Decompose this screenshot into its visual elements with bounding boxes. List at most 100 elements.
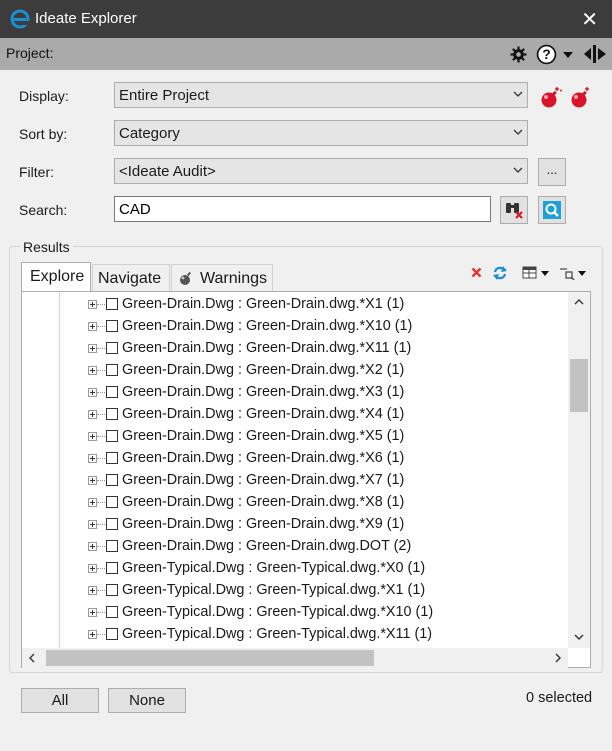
tree-connector: [97, 524, 105, 525]
horizontal-scroll-thumb[interactable]: [46, 650, 374, 666]
horizontal-scrollbar[interactable]: [22, 648, 568, 668]
expand-icon[interactable]: [88, 410, 97, 419]
tree-guide-line: [59, 291, 61, 648]
tree-row-label: Green-Drain.Dwg : Green-Drain.dwg.*X2 (1…: [122, 362, 405, 378]
help-icon[interactable]: ?: [536, 44, 557, 65]
expand-icon[interactable]: [88, 322, 97, 331]
ideate-logo-icon: [10, 9, 30, 29]
dropdown-icon[interactable]: [563, 52, 573, 58]
expand-icon[interactable]: [88, 344, 97, 353]
expand-icon[interactable]: [88, 454, 97, 463]
vertical-scrollbar[interactable]: [568, 292, 590, 648]
bomb-clear-icon[interactable]: [568, 86, 592, 110]
expand-icon[interactable]: [88, 388, 97, 397]
expand-icon[interactable]: [88, 432, 97, 441]
row-checkbox[interactable]: [106, 364, 118, 376]
scroll-up-icon[interactable]: [574, 298, 584, 306]
row-checkbox[interactable]: [106, 496, 118, 508]
tab-navigate-label: Navigate: [98, 270, 162, 287]
close-button[interactable]: ✕: [581, 7, 598, 32]
results-group-label: Results: [20, 239, 73, 255]
expand-icon[interactable]: [88, 586, 97, 595]
tree-connector: [97, 304, 105, 305]
row-checkbox[interactable]: [106, 474, 118, 486]
row-checkbox[interactable]: [106, 562, 118, 574]
row-checkbox[interactable]: [106, 518, 118, 530]
window-title: Ideate Explorer: [35, 10, 137, 27]
clear-results-icon[interactable]: [471, 267, 482, 278]
chevron-down-icon: [513, 129, 523, 135]
expand-icon[interactable]: [88, 542, 97, 551]
tree-connector: [97, 590, 105, 591]
tree-connector: [97, 612, 105, 613]
tree-connector: [97, 348, 105, 349]
tree-row-label: Green-Drain.Dwg : Green-Drain.dwg.*X10 (…: [122, 318, 413, 334]
expand-icon[interactable]: [88, 608, 97, 617]
display-value: Entire Project: [119, 87, 210, 104]
project-bar: Project: ?: [0, 38, 612, 70]
vertical-scroll-thumb[interactable]: [570, 359, 588, 412]
row-checkbox[interactable]: [106, 320, 118, 332]
search-label: Search:: [19, 202, 68, 218]
tree-connector: [97, 392, 105, 393]
row-checkbox[interactable]: [106, 452, 118, 464]
expand-icon[interactable]: [88, 630, 97, 639]
select-none-button[interactable]: None: [108, 688, 186, 713]
expand-icon[interactable]: [88, 564, 97, 573]
row-checkbox[interactable]: [106, 408, 118, 420]
search-input[interactable]: [114, 196, 491, 222]
tab-explore-label: Explore: [30, 268, 85, 285]
select-all-button[interactable]: All: [21, 688, 99, 713]
display-dropdown[interactable]: Entire Project: [114, 82, 528, 108]
tree-row-label: Green-Drain.Dwg : Green-Drain.dwg.*X1 (1…: [122, 296, 405, 312]
refresh-icon[interactable]: [492, 265, 508, 281]
svg-text:?: ?: [542, 47, 550, 62]
tree-row-label: Green-Drain.Dwg : Green-Drain.dwg.*X9 (1…: [122, 516, 405, 532]
tree-connector: [97, 634, 105, 635]
tab-explore[interactable]: Explore: [21, 262, 91, 291]
tree-connector: [97, 436, 105, 437]
row-checkbox[interactable]: [106, 606, 118, 618]
expand-icon[interactable]: [88, 366, 97, 375]
row-checkbox[interactable]: [106, 386, 118, 398]
expand-icon[interactable]: [88, 520, 97, 529]
expand-icon[interactable]: [88, 498, 97, 507]
pin-panel-icon[interactable]: [584, 44, 606, 64]
scroll-right-icon[interactable]: [554, 653, 562, 663]
bomb-icon[interactable]: [538, 86, 562, 110]
find-clear-button[interactable]: [500, 196, 528, 224]
row-checkbox[interactable]: [106, 342, 118, 354]
row-checkbox[interactable]: [106, 540, 118, 552]
sort-by-value: Category: [119, 125, 180, 142]
gear-icon[interactable]: [510, 46, 527, 63]
filter-browse-button[interactable]: ...: [538, 158, 566, 186]
tree-row-label: Green-Typical.Dwg : Green-Typical.dwg.*X…: [122, 582, 426, 598]
scroll-left-icon[interactable]: [28, 653, 36, 663]
tree-row-label: Green-Drain.Dwg : Green-Drain.dwg.*X8 (1…: [122, 494, 405, 510]
tree-row-label: Green-Drain.Dwg : Green-Drain.dwg.*X4 (1…: [122, 406, 405, 422]
binoculars-icon: [506, 203, 523, 219]
quick-search-button[interactable]: [538, 196, 566, 224]
tree-row-label: Green-Drain.Dwg : Green-Drain.dwg.*X7 (1…: [122, 472, 405, 488]
scroll-down-icon[interactable]: [574, 633, 584, 641]
row-checkbox[interactable]: [106, 430, 118, 442]
filter-dropdown[interactable]: <Ideate Audit>: [114, 158, 528, 184]
expand-icon[interactable]: [88, 476, 97, 485]
tree-row-label: Green-Typical.Dwg : Green-Typical.dwg.*X…: [122, 604, 434, 620]
tree-connector: [97, 480, 105, 481]
tree-connector: [97, 370, 105, 371]
table-view-icon[interactable]: [522, 266, 550, 280]
tab-navigate[interactable]: Navigate: [92, 264, 170, 291]
tree-row-label: Green-Drain.Dwg : Green-Drain.dwg.*X11 (…: [122, 340, 412, 356]
chevron-down-icon: [513, 167, 523, 173]
row-checkbox[interactable]: [106, 584, 118, 596]
row-checkbox[interactable]: [106, 628, 118, 640]
expand-icon[interactable]: [88, 300, 97, 309]
sort-by-dropdown[interactable]: Category: [114, 120, 528, 146]
project-label: Project:: [6, 45, 54, 61]
select-options-icon[interactable]: [559, 266, 587, 280]
tree-connector: [97, 568, 105, 569]
tab-warnings[interactable]: Warnings: [171, 264, 273, 291]
row-checkbox[interactable]: [106, 298, 118, 310]
tree-connector: [97, 502, 105, 503]
